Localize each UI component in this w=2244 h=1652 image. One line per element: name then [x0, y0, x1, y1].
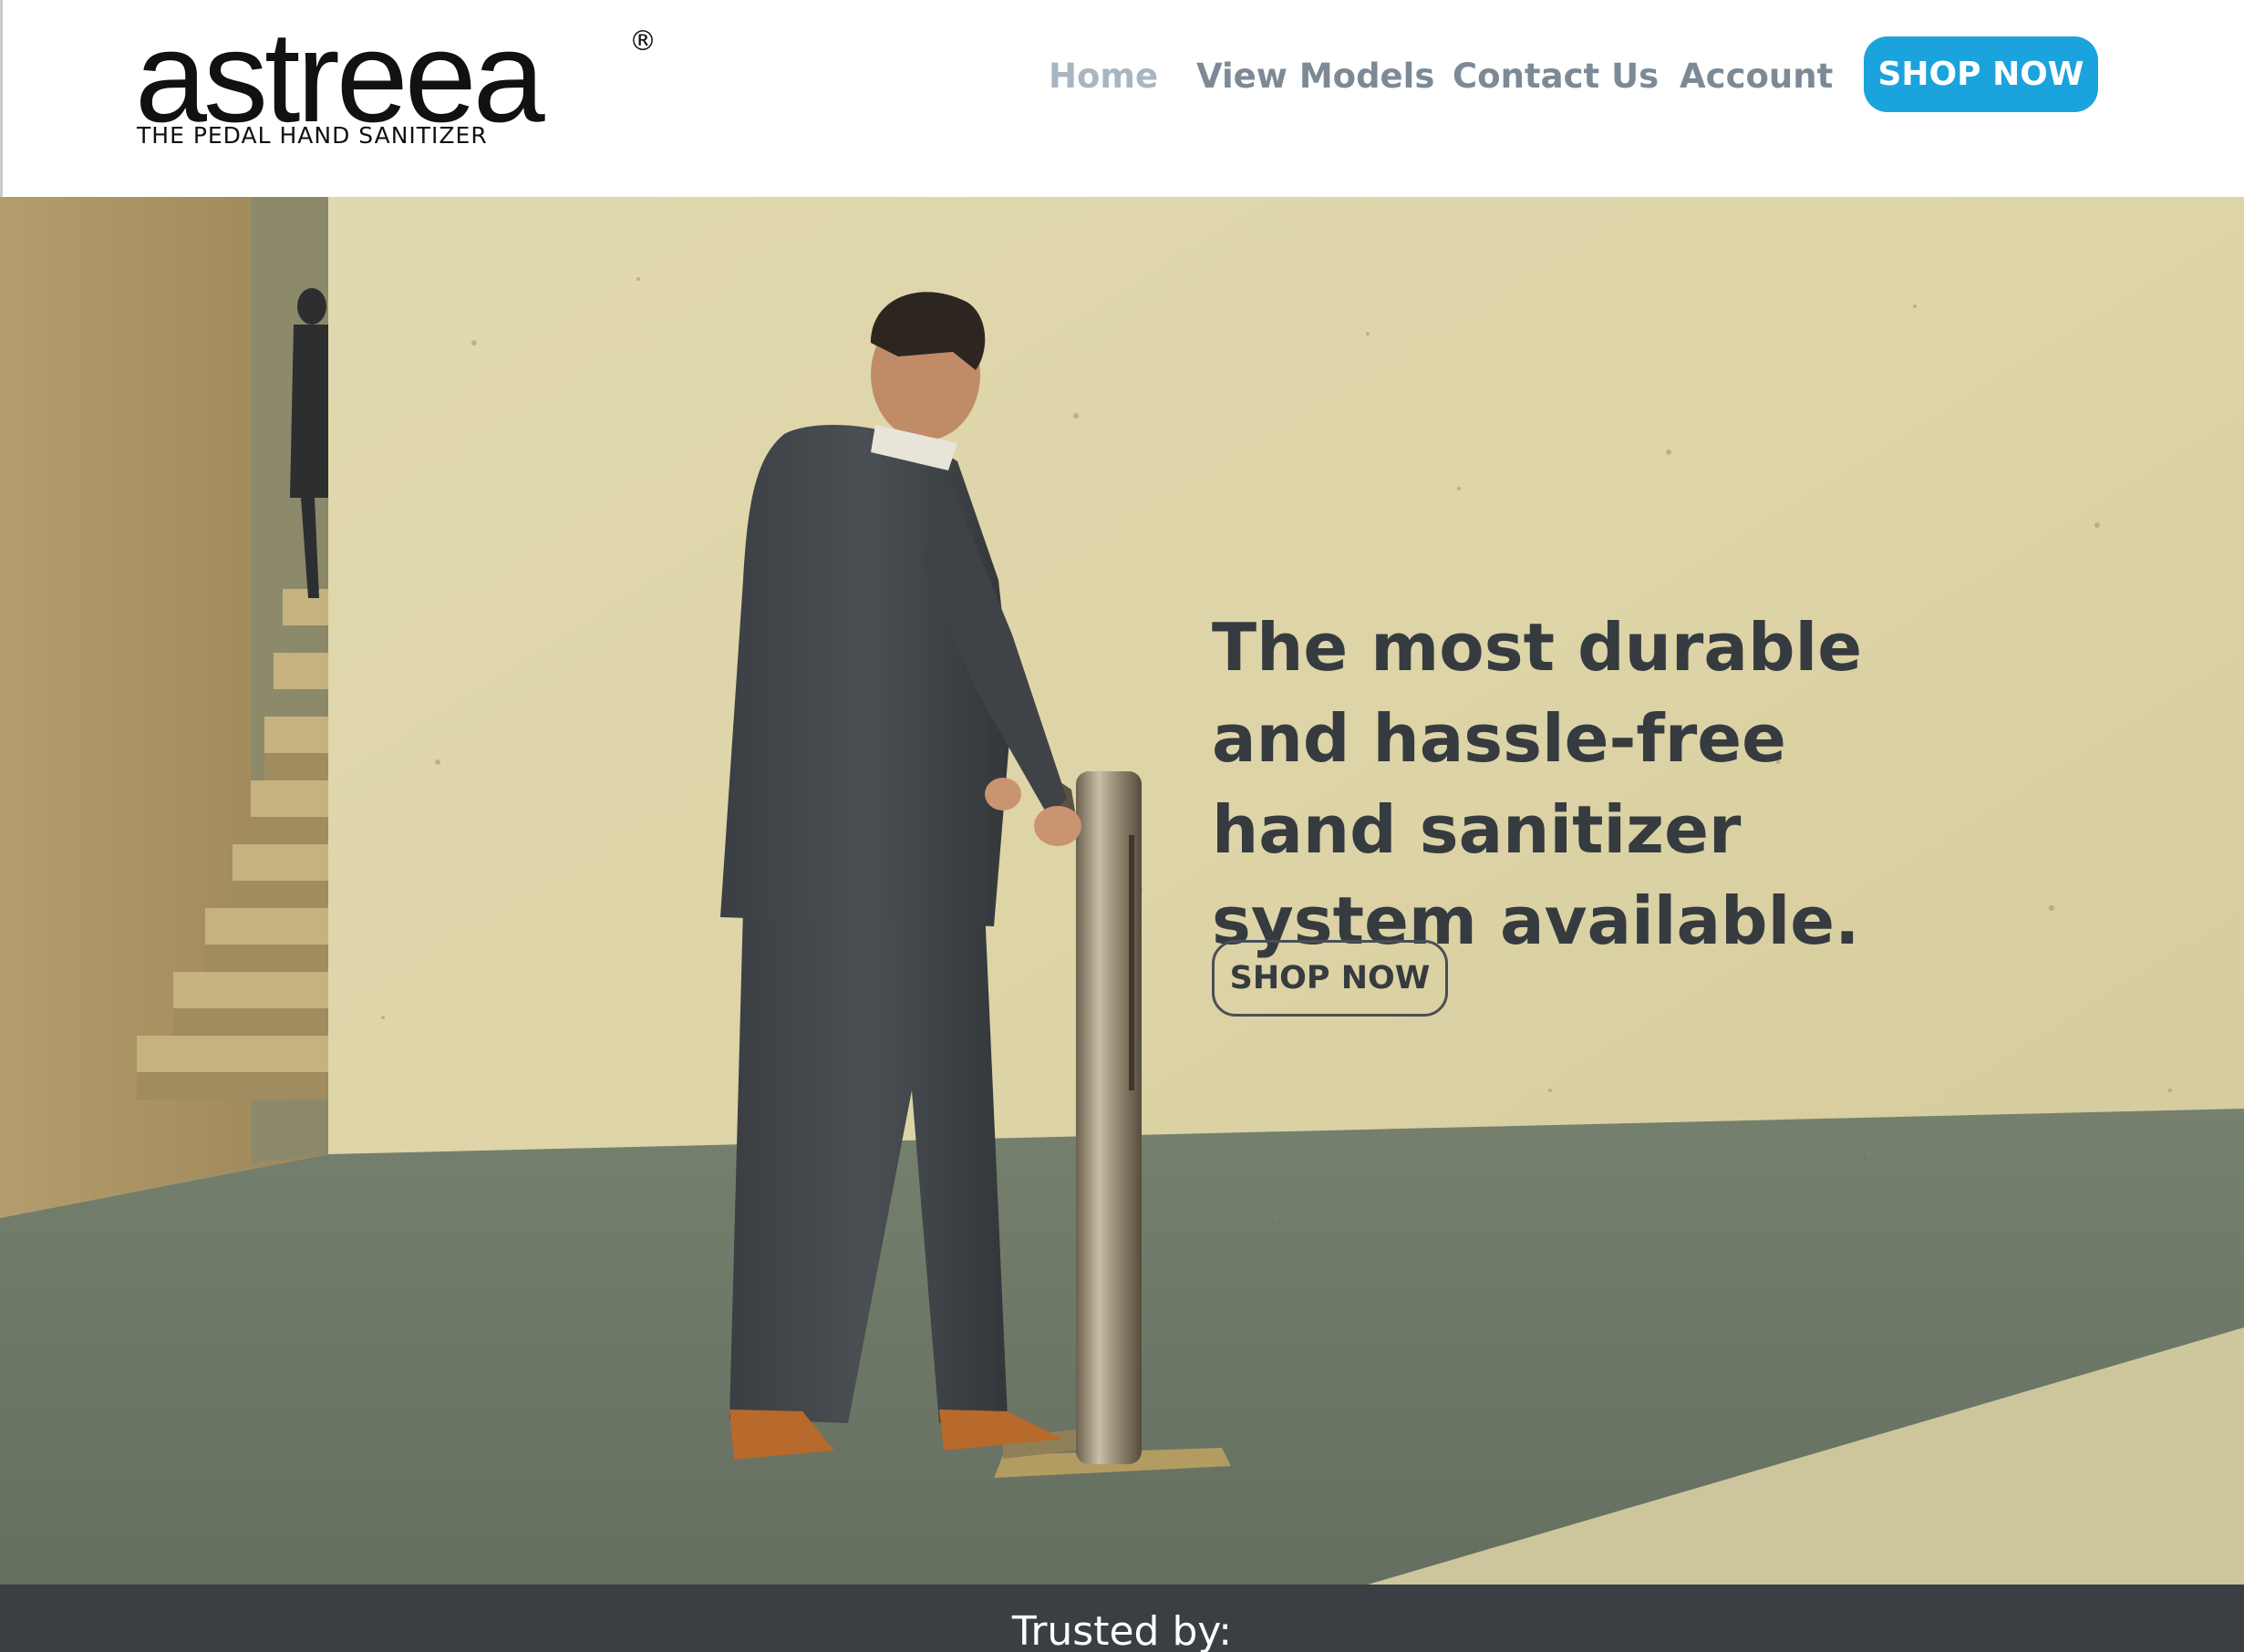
nav-item-view-models[interactable]: View Models [1196, 57, 1434, 96]
brand-tagline: THE PEDAL HAND SANITIZER [137, 122, 488, 149]
hero-headline-line: The most durable [1212, 609, 1863, 687]
hero-shop-now-button[interactable]: SHOP NOW [1212, 940, 1448, 1017]
trusted-by-section: Trusted by: [0, 1585, 2244, 1652]
nav-item-account[interactable]: Account [1680, 57, 1833, 96]
registered-mark: ® [629, 26, 657, 57]
hero-headline-line: hand sanitizer [1212, 791, 1742, 869]
brand-logo[interactable]: astreea ® THE PEDAL HAND SANITIZER [135, 13, 682, 157]
hero-section: The most durable and hassle-free hand sa… [0, 197, 2244, 1585]
site-header: astreea ® THE PEDAL HAND SANITIZER Home … [0, 0, 2244, 197]
trusted-by-heading: Trusted by: [1011, 1608, 1233, 1652]
hero-headline: The most durable and hassle-free hand sa… [1212, 602, 1905, 966]
nav-item-contact-us[interactable]: Contact Us [1453, 57, 1659, 96]
header-shop-now-button[interactable]: SHOP NOW [1864, 36, 2098, 112]
nav-item-home[interactable]: Home [1049, 57, 1158, 96]
hero-headline-line: and hassle-free [1212, 700, 1786, 778]
hero-photo [0, 197, 2244, 1585]
